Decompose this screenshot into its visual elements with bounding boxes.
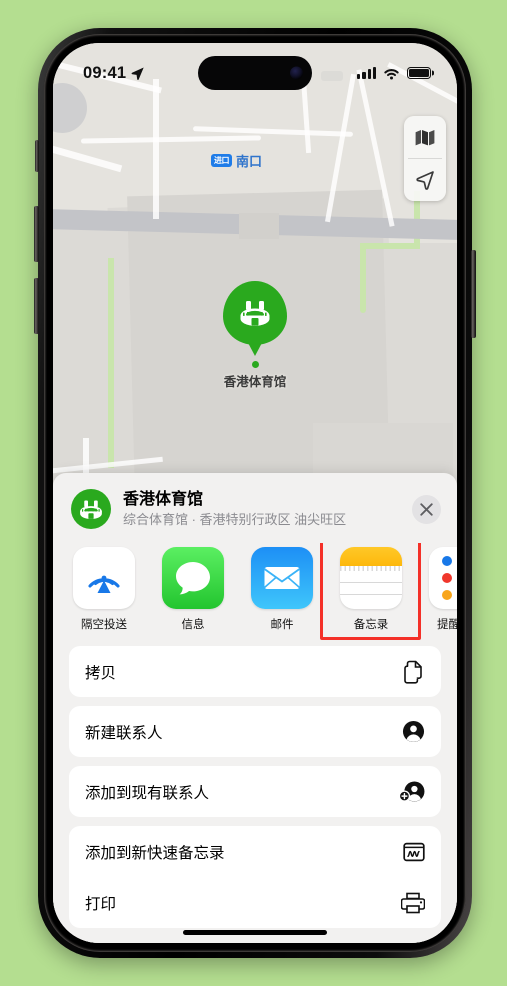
map-style-button[interactable] — [404, 116, 446, 158]
action-group: 拷贝 — [69, 646, 441, 697]
messages-icon — [162, 547, 224, 609]
action-label: 拷贝 — [85, 664, 117, 682]
front-camera-icon — [290, 66, 303, 80]
notes-icon — [340, 547, 402, 609]
reminders-icon — [429, 547, 457, 609]
current-location-button[interactable] — [404, 159, 446, 201]
quick-note-icon — [401, 841, 425, 862]
action-group: 添加到新快速备忘录 打印 — [69, 826, 441, 928]
stadium-icon — [240, 301, 270, 326]
share-sheet: 香港体育馆 综合体育馆 · 香港特别行政区 油尖旺区 隔空投送 信息 邮件 备忘… — [53, 473, 457, 943]
status-bar-left: 09:41 — [83, 64, 145, 83]
marker-anchor-dot — [251, 361, 259, 368]
share-app-label: 备忘录 — [353, 619, 389, 631]
action-row-add-existing-contact[interactable]: 添加到现有联系人 — [69, 766, 441, 817]
phone-screen: 进口 南口 香港体育馆 09:41 香港体育馆 综合体育馆 · 香港特别行政区 … — [53, 43, 457, 943]
battery-full-icon — [407, 67, 434, 79]
action-label: 新建联系人 — [85, 724, 163, 742]
volume-down-button[interactable] — [34, 278, 39, 334]
status-time: 09:41 — [83, 63, 127, 82]
close-icon — [420, 502, 433, 516]
location-arrow-icon — [131, 67, 144, 80]
action-group: 新建联系人 — [69, 706, 441, 757]
wifi-icon — [384, 68, 399, 79]
action-label: 添加到现有联系人 — [85, 784, 210, 802]
share-app-reminders[interactable]: 提醒事项 — [427, 547, 457, 632]
power-button[interactable] — [471, 250, 476, 338]
share-app-label: 提醒事项 — [437, 619, 457, 631]
action-row-copy[interactable]: 拷贝 — [69, 646, 441, 697]
share-app-messages[interactable]: 信息 — [160, 547, 226, 632]
airdrop-icon — [73, 547, 135, 609]
map-label-nankou[interactable]: 进口 南口 — [211, 151, 262, 170]
action-group: 添加到现有联系人 — [69, 766, 441, 817]
share-app-label: 隔空投送 — [81, 619, 127, 631]
person-circle-icon — [401, 720, 425, 743]
share-sheet-title-wrap: 香港体育馆 综合体育馆 · 香港特别行政区 油尖旺区 — [123, 490, 400, 529]
navigation-arrow-icon — [416, 171, 434, 190]
volume-up-button[interactable] — [34, 206, 39, 262]
action-row-add-quick-note[interactable]: 添加到新快速备忘录 — [69, 826, 441, 877]
share-app-label: 邮件 — [270, 619, 294, 631]
stadium-icon — [71, 489, 111, 529]
dynamic-island[interactable] — [198, 56, 312, 90]
mail-icon — [251, 547, 313, 609]
map-label-text: 南口 — [236, 154, 263, 169]
printer-icon — [401, 892, 425, 914]
action-label: 添加到新快速备忘录 — [85, 844, 225, 862]
page-subtitle: 综合体育馆 · 香港特别行政区 油尖旺区 — [123, 511, 347, 527]
person-add-icon — [399, 780, 425, 803]
marker-pin[interactable] — [223, 281, 287, 345]
status-bar-right — [357, 67, 434, 80]
phone-frame: 进口 南口 香港体育馆 09:41 香港体育馆 综合体育馆 · 香港特别行政区 … — [34, 28, 476, 958]
share-sheet-header: 香港体育馆 综合体育馆 · 香港特别行政区 油尖旺区 — [53, 473, 457, 543]
action-row-new-contact[interactable]: 新建联系人 — [69, 706, 441, 757]
share-app-label: 信息 — [181, 619, 205, 631]
copy-documents-icon — [401, 660, 425, 684]
share-app-mail[interactable]: 邮件 — [249, 547, 315, 632]
share-app-row[interactable]: 隔空投送 信息 邮件 备忘录 提醒 — [53, 543, 457, 646]
share-action-list: 拷贝 新建联系人 添加到现有联系人 添加到新快速备忘录 打印 — [53, 646, 457, 928]
silent-switch[interactable] — [35, 140, 39, 172]
action-label: 打印 — [85, 895, 117, 913]
entrance-badge: 进口 — [211, 154, 232, 167]
page-title: 香港体育馆 — [123, 490, 204, 508]
cellular-signal-icon — [357, 67, 376, 79]
map-controls — [404, 116, 446, 201]
share-app-notes[interactable]: 备忘录 — [320, 543, 421, 640]
place-marker[interactable]: 香港体育馆 — [223, 281, 287, 390]
marker-label: 香港体育馆 — [223, 375, 287, 389]
home-indicator[interactable] — [183, 930, 327, 935]
folded-map-icon — [415, 129, 435, 145]
close-button[interactable] — [412, 494, 441, 524]
share-app-airdrop[interactable]: 隔空投送 — [71, 547, 137, 632]
action-row-print[interactable]: 打印 — [69, 877, 441, 928]
